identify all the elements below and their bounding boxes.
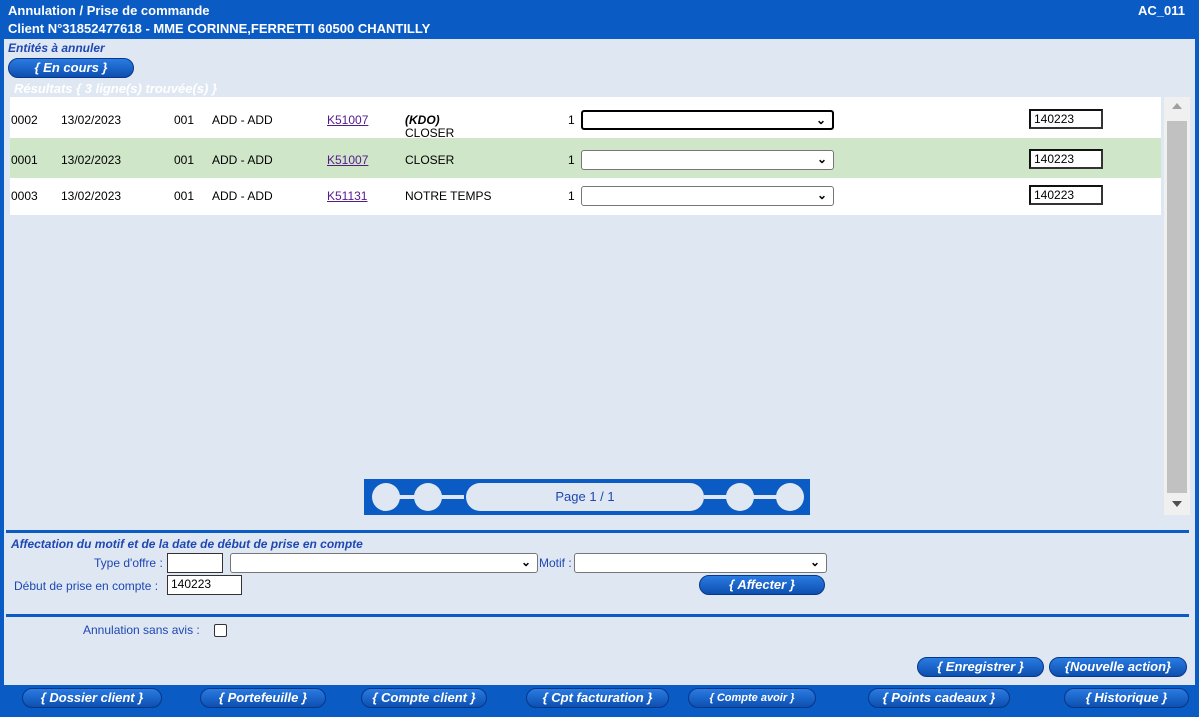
table-row[interactable]: 0001 13/02/2023 001 ADD - ADD K51007 CLO… xyxy=(10,138,1161,178)
row-quantity: 1 xyxy=(568,153,575,167)
row-code: 001 xyxy=(174,189,195,203)
row-ref-link[interactable]: K51131 xyxy=(327,189,367,203)
nav-portefeuille[interactable]: { Portefeuille } xyxy=(200,688,326,708)
results-table: 0002 13/02/2023 001 ADD - ADD K51007 (KD… xyxy=(10,97,1161,515)
nav-historique[interactable]: { Historique } xyxy=(1064,688,1189,708)
row-type: ADD - ADD xyxy=(212,189,273,203)
scroll-down-arrow-icon[interactable] xyxy=(1172,501,1182,507)
affecter-button[interactable]: { Affecter } xyxy=(699,575,825,595)
no-notice-checkbox[interactable] xyxy=(214,624,227,637)
results-scrollbar[interactable] xyxy=(1164,97,1190,515)
row-type: ADD - ADD xyxy=(212,153,273,167)
bottom-nav: { Dossier client } { Portefeuille } { Co… xyxy=(0,685,1199,717)
pager-label: Page 1 / 1 xyxy=(466,483,704,511)
chevron-down-icon: ⌄ xyxy=(816,188,827,202)
nav-compte-client[interactable]: { Compte client } xyxy=(361,688,487,708)
title-bar: Annulation / Prise de commande Client N°… xyxy=(0,0,1199,38)
row-motif-select[interactable]: ⌄ xyxy=(581,110,834,130)
row-title: NOTRE TEMPS xyxy=(405,189,492,203)
row-start-date-input[interactable]: 140223 xyxy=(1029,185,1103,205)
row-quantity: 1 xyxy=(568,113,575,127)
screen-code: AC_011 xyxy=(1138,3,1185,18)
offer-type-input[interactable] xyxy=(167,553,223,573)
pager-first-button[interactable] xyxy=(372,483,400,511)
results-title: Résultats { 3 ligne(s) trouvée(s) } xyxy=(14,81,217,96)
pager-prev-button[interactable] xyxy=(414,483,442,511)
nav-compte-avoir[interactable]: { Compte avoir } xyxy=(688,688,816,708)
chevron-down-icon: ⌄ xyxy=(809,555,820,569)
divider xyxy=(6,530,1189,533)
table-row[interactable]: 0003 13/02/2023 001 ADD - ADD K51131 NOT… xyxy=(10,178,1161,215)
divider xyxy=(6,614,1189,617)
offer-type-label: Type d'offre : xyxy=(94,556,163,570)
offer-type-select[interactable]: ⌄ xyxy=(230,553,538,573)
row-number: 0002 xyxy=(11,113,38,127)
row-start-date-input[interactable]: 140223 xyxy=(1029,149,1103,169)
row-date: 13/02/2023 xyxy=(61,153,122,167)
motif-label: Motif : xyxy=(539,556,572,570)
row-number: 0001 xyxy=(11,153,38,167)
row-start-date-input[interactable]: 140223 xyxy=(1029,109,1103,129)
start-date-label: Début de prise en compte : xyxy=(14,579,159,593)
tab-en-cours[interactable]: { En cours } xyxy=(8,58,134,78)
row-date: 13/02/2023 xyxy=(61,189,122,203)
row-motif-select[interactable]: ⌄ xyxy=(581,186,834,206)
pager-last-button[interactable] xyxy=(776,483,804,511)
chevron-down-icon: ⌄ xyxy=(520,555,531,569)
row-ref-link[interactable]: K51007 xyxy=(327,153,368,167)
row-motif-select[interactable]: ⌄ xyxy=(581,150,834,170)
row-ref-link[interactable]: K51007 xyxy=(327,113,368,127)
nav-cpt-facturation[interactable]: { Cpt facturation } xyxy=(526,688,669,708)
no-notice-label: Annulation sans avis : xyxy=(83,623,200,637)
nav-dossier-client[interactable]: { Dossier client } xyxy=(22,688,162,708)
nav-points-cadeaux[interactable]: { Points cadeaux } xyxy=(868,688,1010,708)
row-number: 0003 xyxy=(11,189,38,203)
entities-section-title: Entités à annuler xyxy=(8,41,105,55)
pager-next-button[interactable] xyxy=(726,483,754,511)
chevron-down-icon: ⌄ xyxy=(816,152,827,166)
scroll-up-arrow-icon[interactable] xyxy=(1172,103,1182,109)
pager: Page 1 / 1 xyxy=(364,479,810,515)
row-quantity: 1 xyxy=(568,189,575,203)
row-type: ADD - ADD xyxy=(212,113,273,127)
new-action-button[interactable]: {Nouvelle action} xyxy=(1049,657,1187,677)
client-info: Client N°31852477618 - MME CORINNE,FERRE… xyxy=(8,21,431,36)
page-title: Annulation / Prise de commande xyxy=(8,3,210,18)
start-date-input[interactable]: 140223 xyxy=(167,575,242,595)
save-button[interactable]: { Enregistrer } xyxy=(917,657,1044,677)
main-panel: Entités à annuler { En cours } Résultats… xyxy=(4,39,1195,685)
table-row[interactable]: 0002 13/02/2023 001 ADD - ADD K51007 (KD… xyxy=(10,97,1161,140)
row-code: 001 xyxy=(174,153,195,167)
row-title-gift: (KDO) xyxy=(405,113,440,127)
assign-section-title: Affectation du motif et de la date de dé… xyxy=(11,537,363,551)
scroll-thumb[interactable] xyxy=(1167,121,1187,493)
motif-select[interactable]: ⌄ xyxy=(574,553,827,573)
row-title: CLOSER xyxy=(405,153,455,167)
chevron-down-icon: ⌄ xyxy=(815,113,826,127)
row-date: 13/02/2023 xyxy=(61,113,122,127)
row-code: 001 xyxy=(174,113,195,127)
